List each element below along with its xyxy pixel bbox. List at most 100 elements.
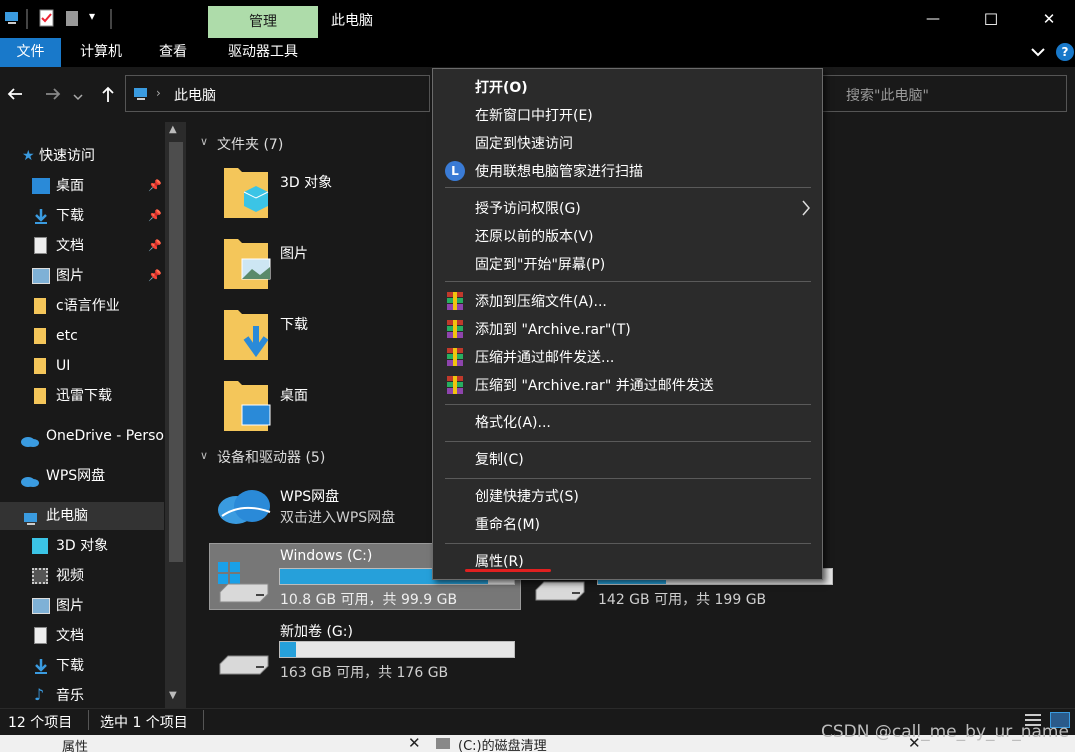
wps-cloud-drive-icon[interactable] <box>214 484 274 526</box>
tab-view[interactable]: 查看 <box>142 38 204 67</box>
devices-group-header[interactable]: 设备和驱动器 (5) <box>217 447 325 467</box>
document-icon <box>34 237 47 254</box>
search-placeholder: 搜索"此电脑" <box>846 88 929 104</box>
new-folder-icon[interactable] <box>65 9 79 27</box>
folders-group-header[interactable]: 文件夹 (7) <box>217 134 283 154</box>
nav-item-label: OneDrive - Personal <box>46 428 165 444</box>
status-divider <box>88 710 89 730</box>
folder-label[interactable]: 图片 <box>280 243 308 263</box>
forward-arrow-icon[interactable] <box>44 86 62 102</box>
document-icon <box>34 627 47 644</box>
minimize-button[interactable]: — <box>904 0 962 38</box>
folder-label[interactable]: 桌面 <box>280 385 308 405</box>
menu-item-create-shortcut[interactable]: 创建快捷方式(S) <box>475 484 579 510</box>
desktop-folder-icon[interactable] <box>222 379 272 433</box>
wps-drive-title[interactable]: WPS网盘 <box>280 486 339 506</box>
menu-item-copy[interactable]: 复制(C) <box>475 447 524 473</box>
menu-item-rename[interactable]: 重命名(M) <box>475 512 540 538</box>
computer-icon <box>132 86 150 102</box>
scroll-down-icon[interactable]: ▼ <box>169 690 177 701</box>
tab-drive-tools[interactable]: 驱动器工具 <box>210 38 316 67</box>
tab-file[interactable]: 文件 <box>0 38 61 67</box>
disk-cleanup-window-title[interactable]: (C:)的磁盘清理 <box>458 735 547 752</box>
winrar-icon <box>445 375 465 395</box>
nav-scrollbar-thumb[interactable] <box>169 142 183 562</box>
collapse-chevron-icon[interactable]: ∨ <box>200 449 208 462</box>
hard-drive-icon[interactable] <box>216 640 272 680</box>
download-icon <box>32 657 50 674</box>
context-menu: 打开(O) 在新窗口中打开(E) 固定到快速访问 L 使用联想电脑管家进行扫描 … <box>432 68 823 580</box>
menu-item-format[interactable]: 格式化(A)... <box>475 410 551 436</box>
wps-drive-subtitle: 双击进入WPS网盘 <box>280 510 396 526</box>
winrar-icon <box>445 347 465 367</box>
menu-item-open[interactable]: 打开(O) <box>475 75 528 101</box>
menu-item-pin-start[interactable]: 固定到"开始"屏幕(P) <box>475 252 605 278</box>
drive-g-usage-fill <box>280 642 297 657</box>
computer-icon[interactable] <box>4 10 20 26</box>
downloads-folder-icon[interactable] <box>222 308 272 362</box>
qat-divider <box>110 9 112 29</box>
drive-c-free-space: 10.8 GB 可用，共 99.9 GB <box>280 592 458 608</box>
nav-item-label: 下载 <box>56 208 84 224</box>
nav-item-onedrive[interactable]: OneDrive - Personal <box>20 421 165 451</box>
menu-item-grant-access[interactable]: 授予访问权限(G) <box>475 196 581 222</box>
download-icon <box>32 207 50 224</box>
wps-cloud-icon <box>20 469 39 487</box>
menu-item-compress-email[interactable]: 压缩并通过邮件发送... <box>475 345 614 371</box>
up-arrow-icon[interactable] <box>100 85 116 103</box>
properties-checklist-icon[interactable] <box>38 9 56 27</box>
nav-item-label: 此电脑 <box>46 508 88 524</box>
status-selected-count: 选中 1 个项目 <box>100 715 188 731</box>
menu-item-open-new-window[interactable]: 在新窗口中打开(E) <box>475 103 593 129</box>
pin-icon: 📌 <box>148 179 162 192</box>
help-icon[interactable]: ? <box>1056 43 1074 61</box>
nav-item-label: 文档 <box>56 628 84 644</box>
folder-label[interactable]: 下载 <box>280 314 308 334</box>
nav-item-downloads[interactable]: 下载 📌 <box>32 201 162 231</box>
pictures-folder-icon[interactable] <box>222 237 272 291</box>
menu-item-compress-rar-email[interactable]: 压缩到 "Archive.rar" 并通过邮件发送 <box>475 373 714 399</box>
folder-icon <box>34 388 46 404</box>
submenu-chevron-icon <box>801 199 811 217</box>
menu-separator <box>445 478 811 479</box>
winrar-icon <box>445 319 465 339</box>
folder-icon <box>34 358 46 374</box>
menu-item-pin-quick-access[interactable]: 固定到快速访问 <box>475 131 573 157</box>
menu-item-add-archive[interactable]: 添加到压缩文件(A)... <box>475 289 607 315</box>
drive-g-name[interactable]: 新加卷 (G:) <box>280 621 353 641</box>
drive-g-usage-bar <box>279 641 515 658</box>
breadcrumb-this-pc[interactable]: 此电脑 <box>174 85 216 105</box>
scroll-up-icon[interactable]: ▲ <box>169 124 177 135</box>
properties-window-title[interactable]: 属性 <box>62 736 88 752</box>
close-button[interactable]: ✕ <box>1020 0 1075 38</box>
menu-item-lenovo-scan[interactable]: 使用联想电脑管家进行扫描 <box>475 159 643 185</box>
breadcrumb-separator-icon[interactable]: › <box>156 86 161 100</box>
nav-item-label: 迅雷下载 <box>56 388 112 404</box>
nav-item-desktop[interactable]: 桌面 📌 <box>32 171 162 201</box>
qat-dropdown-icon[interactable]: ▾ <box>89 9 95 23</box>
folder-label[interactable]: 3D 对象 <box>280 172 332 192</box>
menu-item-restore-previous[interactable]: 还原以前的版本(V) <box>475 224 594 250</box>
csdn-watermark: CSDN @call_me_by_ur_name <box>821 722 1069 742</box>
collapse-chevron-icon[interactable]: ∨ <box>200 135 208 148</box>
close-icon[interactable]: ✕ <box>408 734 421 752</box>
nav-item-pictures[interactable]: 图片 📌 <box>32 261 162 291</box>
nav-quick-access[interactable]: ★ 快速访问 <box>22 141 95 171</box>
status-divider <box>203 710 204 730</box>
drive-d-free-space: 142 GB 可用，共 199 GB <box>598 592 767 608</box>
3d-objects-folder-icon[interactable] <box>222 166 272 220</box>
drive-c-name: Windows (C:) <box>280 548 373 564</box>
tab-manage[interactable]: 管理 <box>208 6 318 38</box>
maximize-button[interactable]: ☐ <box>962 0 1020 38</box>
nav-item-documents[interactable]: 文档 📌 <box>32 231 162 261</box>
address-bar[interactable] <box>125 75 430 112</box>
onedrive-cloud-icon <box>20 429 39 447</box>
nav-quick-access-label: 快速访问 <box>39 148 96 164</box>
back-arrow-icon[interactable] <box>6 86 24 102</box>
expand-ribbon-icon[interactable] <box>1030 44 1046 60</box>
menu-item-add-rar[interactable]: 添加到 "Archive.rar"(T) <box>475 317 631 343</box>
desktop-icon <box>32 178 50 194</box>
tab-computer[interactable]: 计算机 <box>66 38 136 67</box>
nav-item-label: 图片 <box>56 268 84 284</box>
recent-locations-chevron-icon[interactable] <box>72 90 84 101</box>
